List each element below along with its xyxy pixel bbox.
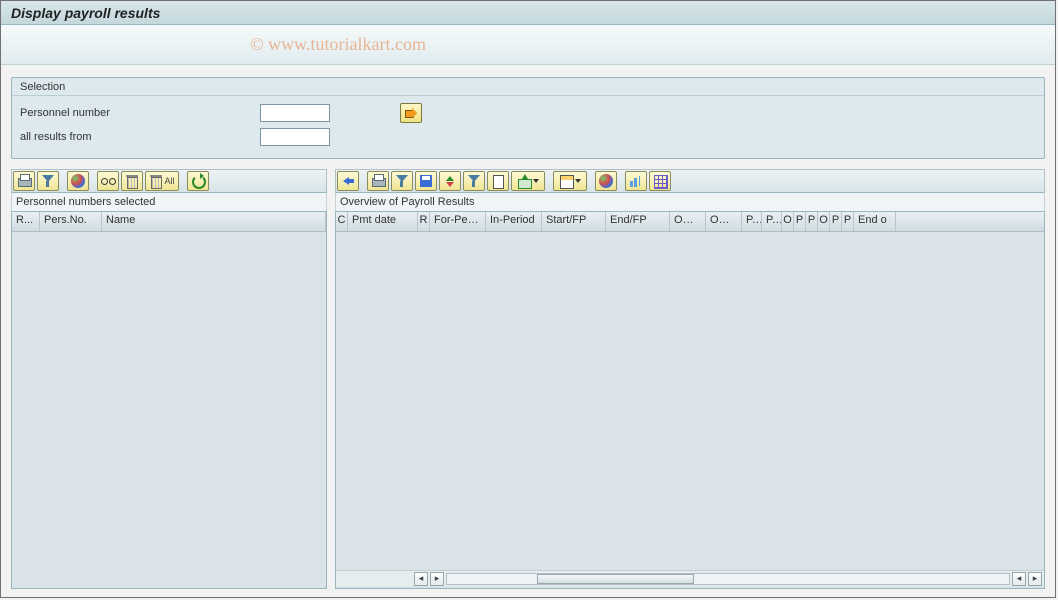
left-toolbar: All [11,169,327,193]
col-persno[interactable]: Pers.No. [40,212,102,231]
refresh-icon [191,174,205,188]
col-in-period[interactable]: In-Period [486,212,542,231]
scroll-track[interactable] [446,573,1010,585]
right-grid-header: C Pmt date R For-Peri... In-Period Start… [336,212,1044,232]
glasses-button[interactable] [97,171,119,191]
all-results-from-label: all results from [20,131,260,143]
left-panel-subtitle: Personnel numbers selected [11,193,327,211]
col-end-o[interactable]: End o [854,212,896,231]
selection-group-title: Selection [12,78,1044,96]
save-icon [419,174,433,188]
personnel-number-label: Personnel number [20,107,260,119]
col-for-period[interactable]: For-Peri... [430,212,486,231]
filter-button[interactable] [37,171,59,191]
personnel-numbers-grid[interactable]: R... Pers.No. Name [11,211,327,589]
page-title: Display payroll results [11,5,160,21]
personnel-numbers-panel: All Personnel numbers selected R... Pers… [11,169,327,589]
filter-icon [395,174,409,188]
save-button[interactable] [415,171,437,191]
back-icon [341,174,355,188]
export-icon [517,174,531,188]
grid-button[interactable] [649,171,671,191]
horizontal-scrollbar[interactable]: ◂ ▸ ◂ ▸ [336,570,1044,586]
application-toolbar [1,25,1055,65]
globe-icon [71,174,85,188]
selection-group: Selection Personnel number all results f… [11,77,1045,159]
col-o2[interactable]: O [818,212,830,231]
glasses-icon [101,174,115,188]
scroll-right-button[interactable]: ◂ [1012,572,1026,586]
col-pmt-date[interactable]: Pmt date [348,212,418,231]
scroll-thumb[interactable] [537,574,694,584]
left-grid-header: R... Pers.No. Name [12,212,326,232]
doc-icon [491,174,505,188]
all-results-from-input[interactable] [260,128,330,146]
delete-all-label: All [164,176,174,186]
col-oc2[interactable]: OC ... [706,212,742,231]
set-filter-button[interactable] [463,171,485,191]
col-p1[interactable]: P... [742,212,762,231]
col-end-fp[interactable]: End/FP [606,212,670,231]
print-button[interactable] [13,171,35,191]
delete-button[interactable] [121,171,143,191]
print-icon [17,174,31,188]
col-r[interactable]: R [418,212,430,231]
filter-icon [467,174,481,188]
multiple-selection-button[interactable] [400,103,422,123]
col-p2[interactable]: P... [762,212,782,231]
col-name[interactable]: Name [102,212,326,231]
col-p4[interactable]: P [806,212,818,231]
delete-all-button[interactable]: All [145,171,179,191]
trash-icon [149,174,163,188]
graph-button[interactable] [625,171,647,191]
scroll-last-button[interactable]: ▸ [1028,572,1042,586]
col-r[interactable]: R... [12,212,40,231]
arrow-right-icon [405,108,417,118]
trash-icon [125,174,139,188]
chevron-down-icon [533,179,539,183]
grid-icon [653,174,667,188]
right-panel-subtitle: Overview of Payroll Results [335,193,1045,211]
layout-icon [559,174,573,188]
globe-icon [599,174,613,188]
print-button[interactable] [367,171,389,191]
scroll-first-button[interactable]: ◂ [414,572,428,586]
right-grid-body: ◂ ▸ ◂ ▸ [336,232,1044,588]
filter-button[interactable] [391,171,413,191]
col-p5[interactable]: P [830,212,842,231]
col-c[interactable]: C [336,212,348,231]
sort-icon [443,174,457,188]
chevron-down-icon [575,179,581,183]
col-oc1[interactable]: OC ... [670,212,706,231]
col-p6[interactable]: P [842,212,854,231]
print-icon [371,174,385,188]
export-button[interactable] [511,171,545,191]
filter-icon [41,174,55,188]
globe-button[interactable] [67,171,89,191]
globe-button[interactable] [595,171,617,191]
payroll-results-grid[interactable]: C Pmt date R For-Peri... In-Period Start… [335,211,1045,589]
right-toolbar [335,169,1045,193]
col-start-fp[interactable]: Start/FP [542,212,606,231]
sort-button[interactable] [439,171,461,191]
graph-icon [629,174,643,188]
personnel-number-input[interactable] [260,104,330,122]
col-o1[interactable]: O [782,212,794,231]
scroll-left-button[interactable]: ▸ [430,572,444,586]
doc-button[interactable] [487,171,509,191]
payroll-results-panel: Overview of Payroll Results C Pmt date R… [335,169,1045,589]
left-grid-body [12,232,326,588]
col-p3[interactable]: P [794,212,806,231]
layout-button[interactable] [553,171,587,191]
refresh-button[interactable] [187,171,209,191]
back-button[interactable] [337,171,359,191]
window-title-bar: Display payroll results [1,1,1055,25]
